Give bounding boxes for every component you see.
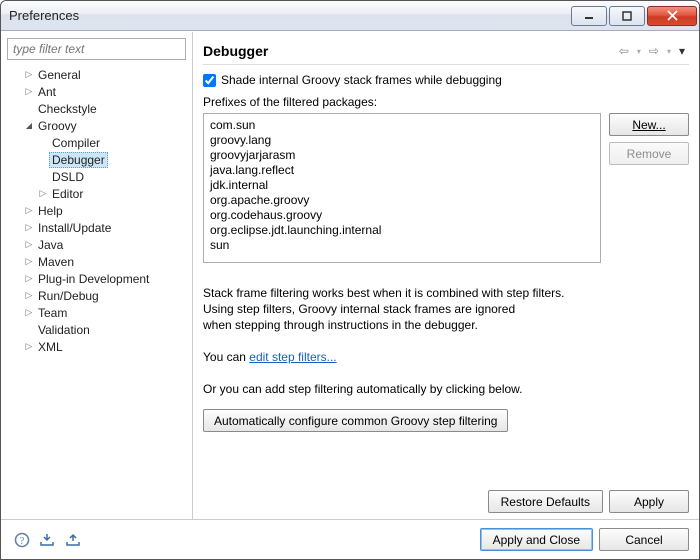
import-icon[interactable] xyxy=(37,530,59,550)
list-item[interactable]: com.sun xyxy=(210,118,594,133)
prefixes-list[interactable]: com.sun groovy.lang groovyjarjarasm java… xyxy=(203,113,601,263)
expand-icon[interactable] xyxy=(23,307,35,318)
expand-icon[interactable] xyxy=(23,239,35,250)
back-dropdown-icon[interactable]: ▾ xyxy=(633,47,645,56)
tree-item-run-debug[interactable]: Run/Debug xyxy=(35,289,102,303)
info-text: Stack frame filtering works best when it… xyxy=(203,285,689,397)
tree-item-team[interactable]: Team xyxy=(35,306,70,320)
filter-input[interactable] xyxy=(7,38,186,60)
client-area: General Ant Checkstyle Groovy Compiler D… xyxy=(1,31,699,519)
back-icon[interactable]: ⇦ xyxy=(615,44,633,58)
tree-item-plugin-dev[interactable]: Plug-in Development xyxy=(35,272,152,286)
help-icon[interactable]: ? xyxy=(11,530,33,550)
restore-defaults-button[interactable]: Restore Defaults xyxy=(488,490,603,513)
svg-text:?: ? xyxy=(20,536,25,547)
shade-frames-checkbox[interactable] xyxy=(203,74,216,87)
tree-item-validation[interactable]: Validation xyxy=(35,323,93,337)
prefixes-label: Prefixes of the filtered packages: xyxy=(203,95,689,109)
tree-item-debugger[interactable]: Debugger xyxy=(49,152,108,168)
list-item[interactable]: org.codehaus.groovy xyxy=(210,208,594,223)
expand-icon[interactable] xyxy=(23,69,35,80)
expand-icon[interactable] xyxy=(23,273,35,284)
preference-tree[interactable]: General Ant Checkstyle Groovy Compiler D… xyxy=(7,66,186,513)
titlebar: Preferences xyxy=(1,1,699,31)
expand-icon[interactable] xyxy=(37,188,49,199)
expand-icon[interactable] xyxy=(23,86,35,97)
tree-item-editor[interactable]: Editor xyxy=(49,187,86,201)
window-title: Preferences xyxy=(9,8,569,23)
collapse-icon[interactable] xyxy=(23,120,35,131)
dialog-footer: ? Apply and Close Cancel xyxy=(1,519,699,559)
tree-item-maven[interactable]: Maven xyxy=(35,255,77,269)
apply-and-close-button[interactable]: Apply and Close xyxy=(480,528,593,551)
export-icon[interactable] xyxy=(63,530,85,550)
list-item[interactable]: groovyjarjarasm xyxy=(210,148,594,163)
list-item[interactable]: org.apache.groovy xyxy=(210,193,594,208)
list-item[interactable]: jdk.internal xyxy=(210,178,594,193)
tree-item-help[interactable]: Help xyxy=(35,204,66,218)
list-item[interactable]: sun xyxy=(210,238,594,253)
maximize-button[interactable] xyxy=(609,6,645,26)
forward-dropdown-icon[interactable]: ▾ xyxy=(663,47,675,56)
expand-icon[interactable] xyxy=(23,205,35,216)
expand-icon[interactable] xyxy=(23,222,35,233)
tree-item-general[interactable]: General xyxy=(35,68,84,82)
tree-item-install-update[interactable]: Install/Update xyxy=(35,221,114,235)
list-item[interactable]: org.eclipse.jdt.launching.internal xyxy=(210,223,594,238)
list-item[interactable]: java.lang.reflect xyxy=(210,163,594,178)
tree-item-xml[interactable]: XML xyxy=(35,340,66,354)
right-panel: Debugger ⇦ ▾ ⇨ ▾ ▾ Shade internal Groovy… xyxy=(193,32,699,519)
new-button[interactable]: New... xyxy=(609,113,689,136)
tree-item-ant[interactable]: Ant xyxy=(35,85,59,99)
edit-step-filters-link[interactable]: edit step filters... xyxy=(249,350,336,364)
apply-button[interactable]: Apply xyxy=(609,490,689,513)
shade-frames-label: Shade internal Groovy stack frames while… xyxy=(221,73,502,87)
list-item[interactable]: groovy.lang xyxy=(210,133,594,148)
minimize-button[interactable] xyxy=(571,6,607,26)
tree-item-java[interactable]: Java xyxy=(35,238,66,252)
expand-icon[interactable] xyxy=(23,341,35,352)
expand-icon[interactable] xyxy=(23,256,35,267)
forward-icon[interactable]: ⇨ xyxy=(645,44,663,58)
tree-item-compiler[interactable]: Compiler xyxy=(49,136,103,150)
page-title: Debugger xyxy=(203,43,615,59)
left-panel: General Ant Checkstyle Groovy Compiler D… xyxy=(1,32,193,519)
cancel-button[interactable]: Cancel xyxy=(599,528,689,551)
menu-dropdown-icon[interactable]: ▾ xyxy=(675,44,689,58)
close-button[interactable] xyxy=(647,6,697,26)
page-content: Shade internal Groovy stack frames while… xyxy=(203,64,689,482)
tree-item-dsld[interactable]: DSLD xyxy=(49,170,87,184)
expand-icon[interactable] xyxy=(23,290,35,301)
tree-item-checkstyle[interactable]: Checkstyle xyxy=(35,102,100,116)
remove-button: Remove xyxy=(609,142,689,165)
auto-configure-button[interactable]: Automatically configure common Groovy st… xyxy=(203,409,508,432)
tree-item-groovy[interactable]: Groovy xyxy=(35,119,80,133)
